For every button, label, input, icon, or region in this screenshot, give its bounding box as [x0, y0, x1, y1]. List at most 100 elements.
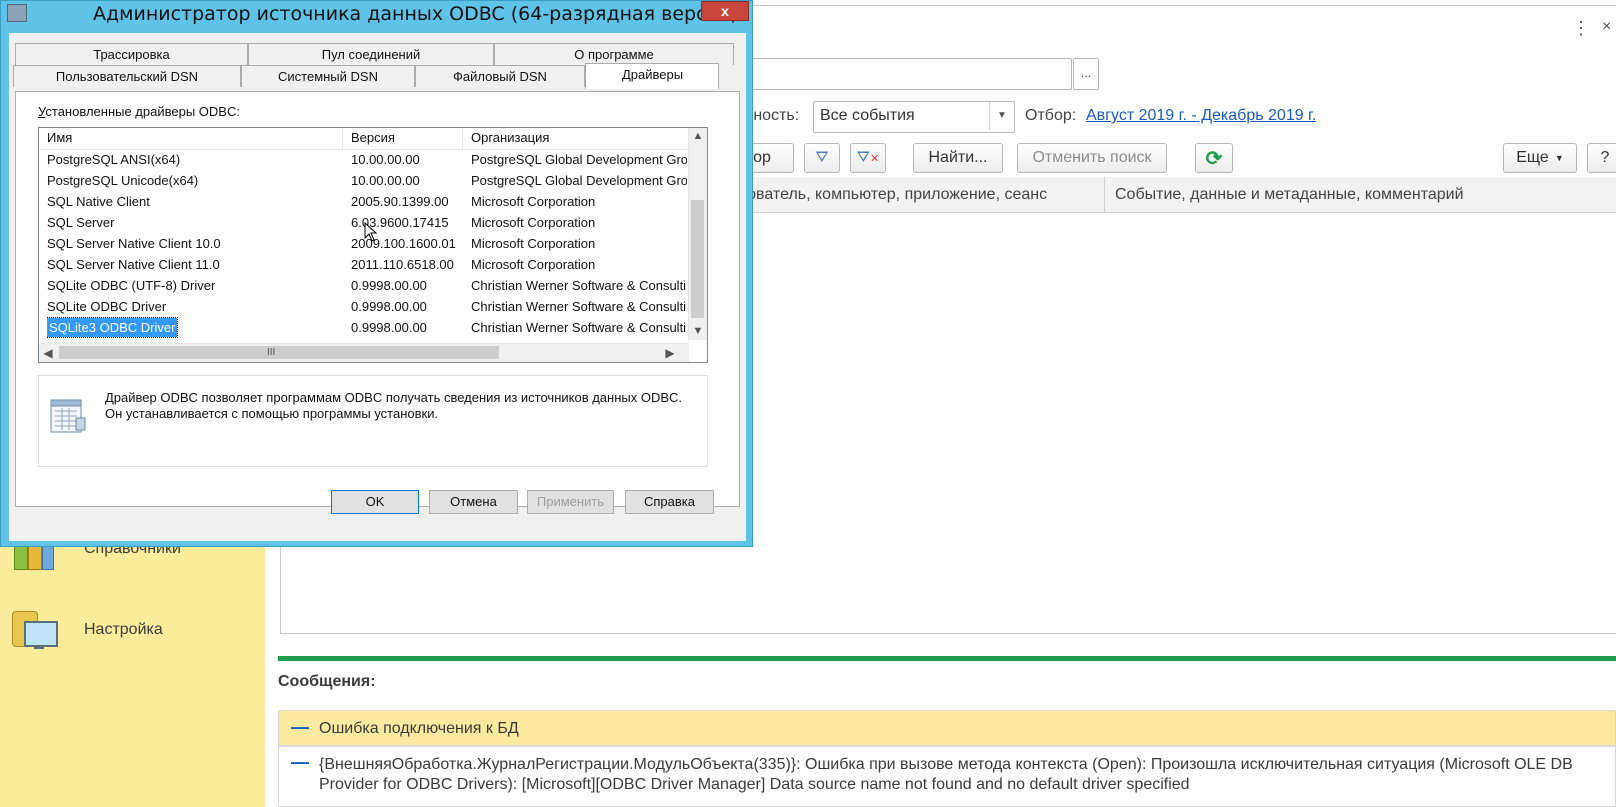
column-header-name[interactable]: Имя — [39, 128, 343, 148]
list-header: Имя Версия Организация — [39, 128, 689, 150]
chevron-down-icon[interactable]: ▼ — [989, 102, 1014, 130]
scroll-right-icon[interactable]: ▶ — [661, 344, 679, 362]
driver-name: SQLite ODBC (UTF-8) Driver — [47, 278, 216, 293]
filter-icon: ⛛ — [815, 149, 829, 166]
close-button[interactable]: x — [701, 1, 749, 21]
message-text: {ВнешняяОбработка.ЖурналРегистрации.Моду… — [319, 756, 1573, 793]
driver-organization: Christian Werner Software & Consultir — [471, 320, 687, 335]
column-header-event[interactable]: Событие, данные и метаданные, комментари… — [1105, 177, 1616, 213]
clear-filter-icon: ⛛✕ — [856, 149, 880, 166]
ok-button[interactable]: OK — [331, 490, 419, 514]
more-button[interactable]: Еще ▼ — [1503, 143, 1577, 173]
list-item[interactable]: SQLite ODBC (UTF-8) Driver 0.9998.00.00 … — [39, 275, 689, 296]
driver-organization: Microsoft Corporation — [471, 257, 596, 272]
driver-name: PostgreSQL Unicode(x64) — [47, 173, 199, 188]
driver-organization: PostgreSQL Global Development Gro — [471, 173, 687, 188]
driver-info-text: Драйвер ODBC позволяет программам ODBC п… — [105, 390, 683, 421]
driver-version: 10.00.00.00 — [351, 152, 420, 167]
messages-title: Сообщения: — [278, 673, 376, 690]
importance-value: Все события — [820, 107, 915, 124]
importance-label: чность: — [745, 107, 800, 124]
chevron-down-icon: ▼ — [1554, 153, 1564, 163]
list-item[interactable]: PostgreSQL Unicode(x64) 10.00.00.00 Post… — [39, 170, 689, 191]
list-item[interactable]: PostgreSQL ANSI(x64) 10.00.00.00 Postgre… — [39, 149, 689, 170]
apply-button[interactable]: Применить — [527, 490, 614, 514]
driver-name: PostgreSQL ANSI(x64) — [47, 152, 181, 167]
driver-name: SQLite ODBC Driver — [47, 299, 167, 314]
driver-name: SQLite3 ODBC Driver — [47, 317, 347, 338]
message-item[interactable]: — Ошибка подключения к БД — [278, 710, 1616, 746]
message-text: Ошибка подключения к БД — [319, 720, 519, 737]
tab-file-dsn[interactable]: Файловый DSN — [415, 65, 585, 87]
odbc-driver-icon — [49, 394, 87, 434]
driver-organization: Microsoft Corporation — [471, 236, 596, 251]
list-item[interactable]: SQL Native Client 2005.90.1399.00 Micros… — [39, 191, 689, 212]
scroll-thumb[interactable] — [59, 346, 499, 359]
drivers-list[interactable]: Имя Версия Организация PostgreSQL ANSI(x… — [38, 127, 708, 363]
tab-system-dsn[interactable]: Системный DSN — [241, 65, 415, 87]
select-button[interactable]: ... — [1073, 58, 1099, 90]
driver-version: 2005.90.1399.00 — [351, 194, 449, 209]
driver-version: 0.9998.00.00 — [351, 320, 427, 335]
driver-name: SQL Server Native Client 10.0 — [47, 236, 221, 251]
selected-driver-name: SQLite3 ODBC Driver — [47, 317, 179, 338]
tab-tracing[interactable]: Трассировка — [15, 43, 248, 65]
tab-drivers[interactable]: Драйверы — [585, 63, 719, 89]
search-input[interactable] — [700, 58, 1072, 90]
driver-info-box: Драйвер ODBC позволяет программам ODBC п… — [38, 375, 708, 467]
driver-organization: Christian Werner Software & Consultir — [471, 278, 687, 293]
column-header-organization[interactable]: Организация — [463, 128, 689, 148]
filter-settings-button[interactable]: ⛛ — [804, 143, 840, 173]
list-item-selected[interactable]: SQLite3 ODBC Driver 0.9998.00.00 Christi… — [39, 317, 689, 338]
scroll-left-icon[interactable]: ◀ — [39, 344, 57, 362]
dialog-title-bar[interactable]: Администратор источника данных ODBC (64-… — [1, 1, 752, 27]
tab-user-dsn[interactable]: Пользовательский DSN — [13, 65, 241, 87]
message-item[interactable]: — {ВнешняяОбработка.ЖурналРегистрации.Мо… — [278, 746, 1616, 807]
driver-organization: Microsoft Corporation — [471, 215, 596, 230]
collapse-icon[interactable]: — — [291, 752, 309, 773]
more-button-label: Еще — [1516, 149, 1549, 166]
refresh-icon: ⟳ — [1205, 147, 1223, 170]
help-button[interactable]: ? — [1587, 143, 1616, 173]
column-header-user[interactable]: зователь, компьютер, приложение, сеанс — [730, 177, 1105, 213]
find-button[interactable]: Найти... — [913, 143, 1003, 173]
installed-drivers-label: Установленные драйверы ODBC: — [38, 104, 240, 119]
label-rest: становленные драйверы ODBC: — [45, 104, 240, 119]
column-header-version[interactable]: Версия — [343, 128, 463, 148]
cancel-button[interactable]: Отмена — [429, 490, 518, 514]
importance-select[interactable]: Все события ▼ — [813, 101, 1015, 133]
scroll-down-icon[interactable]: ▼ — [689, 323, 707, 340]
vertical-scrollbar[interactable]: ▲ ▼ — [688, 128, 707, 340]
period-filter-link[interactable]: Август 2019 г. - Декабрь 2019 г. — [1086, 107, 1316, 125]
messages-divider — [278, 656, 1616, 661]
more-actions-icon[interactable]: ⋮ — [1572, 18, 1590, 39]
driver-version: 10.00.00.00 — [351, 173, 420, 188]
cancel-search-button[interactable]: Отменить поиск — [1017, 143, 1167, 173]
filter-label: Отбор: — [1025, 107, 1077, 124]
tab-connection-pooling[interactable]: Пул соединений — [248, 43, 494, 65]
driver-version: 0.9998.00.00 — [351, 299, 427, 314]
tab-about[interactable]: О программе — [494, 43, 734, 65]
driver-organization: Christian Werner Software & Consultir — [471, 299, 687, 314]
system-menu-icon[interactable] — [7, 4, 27, 22]
sidebar-item-settings[interactable]: Настройка — [10, 607, 163, 653]
collapse-icon[interactable]: — — [291, 717, 309, 738]
clear-filter-button[interactable]: ⛛✕ — [850, 143, 886, 173]
list-item[interactable]: SQLite ODBC Driver 0.9998.00.00 Christia… — [39, 296, 689, 317]
settings-computer-icon — [10, 607, 58, 653]
refresh-button[interactable]: ⟳ — [1195, 143, 1233, 173]
driver-name: SQL Server — [47, 215, 115, 230]
close-form-icon[interactable]: × — [1602, 18, 1611, 36]
horizontal-scrollbar[interactable]: ◀ III ▶ — [39, 343, 689, 362]
odbc-administrator-dialog: Администратор источника данных ODBC (64-… — [0, 0, 753, 547]
driver-version: 0.9998.00.00 — [351, 278, 427, 293]
drivers-tab-page: Установленные драйверы ODBC: Имя Версия … — [15, 91, 740, 507]
help-button[interactable]: Справка — [625, 490, 714, 514]
scroll-grip-icon: III — [267, 347, 276, 358]
scroll-up-icon[interactable]: ▲ — [689, 128, 707, 145]
list-item[interactable]: SQL Server Native Client 11.0 2011.110.6… — [39, 254, 689, 275]
scroll-thumb[interactable] — [691, 200, 704, 318]
dialog-title: Администратор источника данных ODBC (64-… — [93, 3, 738, 25]
driver-name: SQL Server Native Client 11.0 — [47, 257, 220, 272]
driver-version: 2011.110.6518.00 — [351, 257, 454, 272]
